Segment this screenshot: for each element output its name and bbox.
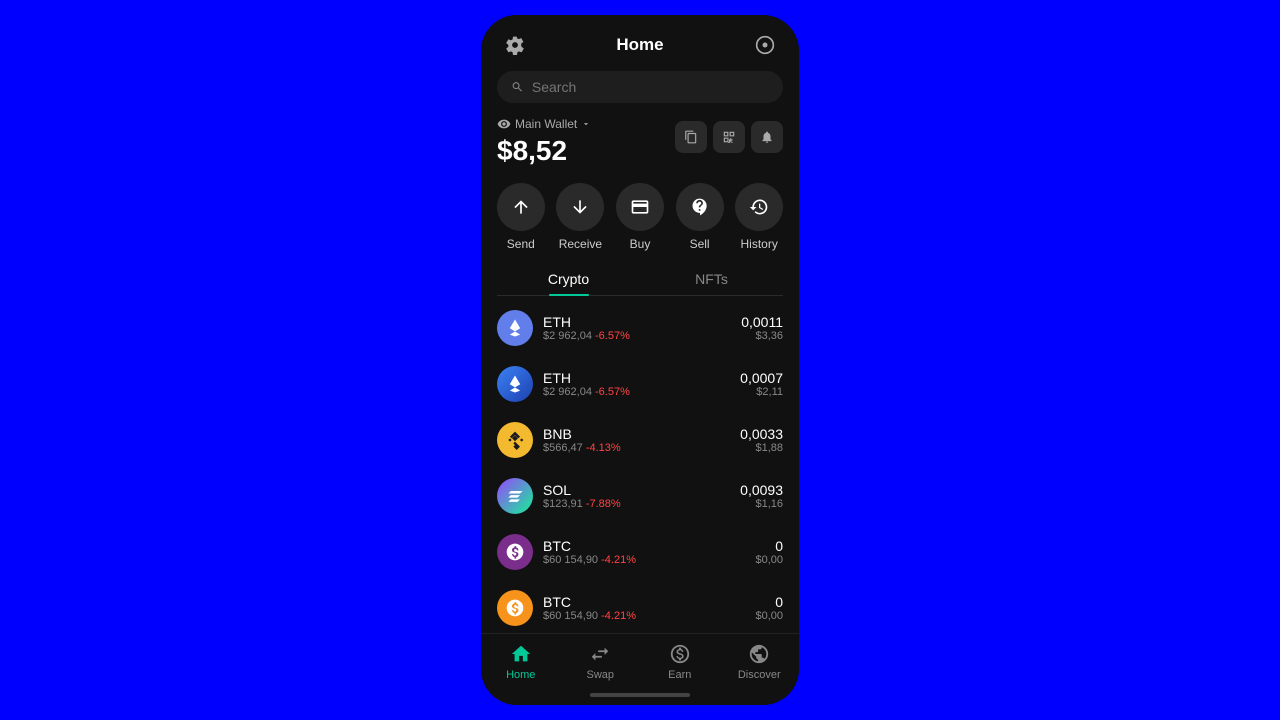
crypto-item-btc2[interactable]: BTC $60 154,90 -4.21% 0 $0,00 xyxy=(481,580,799,633)
sol-amounts: 0,0093 $1,16 xyxy=(740,482,783,510)
nav-home-label: Home xyxy=(506,669,535,681)
header: Home xyxy=(481,15,799,67)
bnb-amounts: 0,0033 $1,88 xyxy=(740,426,783,454)
search-icon xyxy=(511,80,524,94)
history-label: History xyxy=(741,237,778,251)
sell-button[interactable]: Sell xyxy=(676,183,724,251)
btc1-amounts: 0 $0,00 xyxy=(755,538,783,566)
discover-icon xyxy=(747,642,771,666)
wallet-name-label: Main Wallet xyxy=(515,117,577,131)
crypto-item-btc1[interactable]: BTC $60 154,90 -4.21% 0 $0,00 xyxy=(481,524,799,580)
wallet-balance: $8,52 xyxy=(497,135,591,167)
eth2-amounts: 0,0007 $2,11 xyxy=(740,370,783,398)
nav-swap-label: Swap xyxy=(586,669,614,681)
home-bar xyxy=(590,693,690,697)
eth1-info: ETH $2 962,04 -6.57% xyxy=(543,314,741,342)
tab-crypto[interactable]: Crypto xyxy=(497,263,640,295)
bnb-logo xyxy=(497,422,533,458)
search-bar[interactable] xyxy=(497,71,783,103)
sol-info: SOL $123,91 -7.88% xyxy=(543,482,740,510)
btc1-info: BTC $60 154,90 -4.21% xyxy=(543,538,755,566)
nav-discover[interactable]: Discover xyxy=(720,642,800,681)
sol-logo xyxy=(497,478,533,514)
phone-app: Home Main Wallet $8,52 xyxy=(481,15,799,705)
nav-discover-label: Discover xyxy=(738,669,781,681)
send-label: Send xyxy=(507,237,535,251)
eth2-logo xyxy=(497,366,533,402)
buy-icon-circle xyxy=(616,183,664,231)
qr-code-button[interactable] xyxy=(713,121,745,153)
copy-address-button[interactable] xyxy=(675,121,707,153)
home-indicator xyxy=(481,685,799,705)
sell-label: Sell xyxy=(690,237,710,251)
receive-icon-circle xyxy=(556,183,604,231)
swap-icon xyxy=(588,642,612,666)
tab-nfts[interactable]: NFTs xyxy=(640,263,783,295)
notifications-button[interactable] xyxy=(751,121,783,153)
btc2-amounts: 0 $0,00 xyxy=(755,594,783,622)
bnb-info: BNB $566,47 -4.13% xyxy=(543,426,740,454)
search-input[interactable] xyxy=(532,79,769,95)
earn-icon xyxy=(668,642,692,666)
bottom-nav: Home Swap Earn Discover xyxy=(481,633,799,685)
crypto-item-eth2[interactable]: ETH $2 962,04 -6.57% 0,0007 $2,11 xyxy=(481,356,799,412)
btc2-info: BTC $60 154,90 -4.21% xyxy=(543,594,755,622)
nav-earn-label: Earn xyxy=(668,669,691,681)
wallet-action-icons xyxy=(675,117,783,153)
chevron-down-icon xyxy=(581,119,591,129)
crypto-item-eth1[interactable]: ETH $2 962,04 -6.57% 0,0011 $3,36 xyxy=(481,300,799,356)
wallet-name-row: Main Wallet xyxy=(497,117,591,131)
buy-button[interactable]: Buy xyxy=(616,183,664,251)
receive-button[interactable]: Receive xyxy=(556,183,604,251)
buy-label: Buy xyxy=(630,237,651,251)
action-buttons: Send Receive Buy Sell History xyxy=(481,175,799,255)
sell-icon-circle xyxy=(676,183,724,231)
eye-icon xyxy=(497,117,511,131)
nav-swap[interactable]: Swap xyxy=(561,642,641,681)
wallet-section: Main Wallet $8,52 xyxy=(481,113,799,175)
home-icon xyxy=(509,642,533,666)
history-button[interactable]: History xyxy=(735,183,783,251)
settings-button[interactable] xyxy=(501,31,529,59)
eth1-logo xyxy=(497,310,533,346)
connect-button[interactable] xyxy=(751,31,779,59)
page-title: Home xyxy=(616,35,663,55)
send-button[interactable]: Send xyxy=(497,183,545,251)
send-icon-circle xyxy=(497,183,545,231)
content-tabs: Crypto NFTs xyxy=(497,263,783,296)
eth2-info: ETH $2 962,04 -6.57% xyxy=(543,370,740,398)
crypto-list: ETH $2 962,04 -6.57% 0,0011 $3,36 ETH $2… xyxy=(481,296,799,633)
history-icon-circle xyxy=(735,183,783,231)
nav-home[interactable]: Home xyxy=(481,642,561,681)
receive-label: Receive xyxy=(559,237,602,251)
wallet-info: Main Wallet $8,52 xyxy=(497,117,591,167)
nav-earn[interactable]: Earn xyxy=(640,642,720,681)
crypto-item-bnb[interactable]: BNB $566,47 -4.13% 0,0033 $1,88 xyxy=(481,412,799,468)
btc1-logo xyxy=(497,534,533,570)
eth1-amounts: 0,0011 $3,36 xyxy=(741,314,783,342)
crypto-item-sol[interactable]: SOL $123,91 -7.88% 0,0093 $1,16 xyxy=(481,468,799,524)
btc2-logo xyxy=(497,590,533,626)
